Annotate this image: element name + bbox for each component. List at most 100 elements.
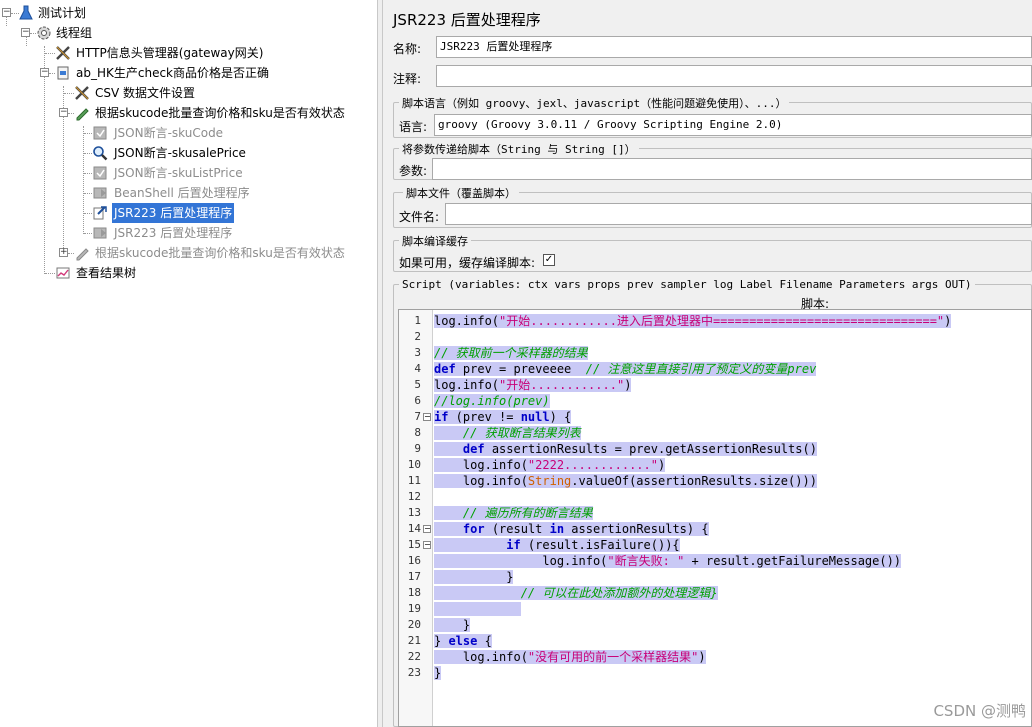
code-line: if (prev != null) { xyxy=(434,410,572,424)
code-line: log.info("没有可用的前一个采样器结果") xyxy=(434,650,706,664)
collapse-icon[interactable]: − xyxy=(2,8,11,17)
tree-node-label: JSR223 后置处理程序 xyxy=(112,203,235,223)
line-number: 14 xyxy=(407,522,421,535)
tree-node-label: 根据skucode批量查询价格和sku是否有效状态 xyxy=(95,106,345,120)
line-number: 4 xyxy=(414,362,421,375)
code-line: //log.info(prev) xyxy=(434,394,550,408)
panel-title: JSR223 后置处理程序 xyxy=(393,11,541,29)
line-number: 3 xyxy=(414,346,421,359)
code-line: log.info("开始............进入后置处理器中========… xyxy=(434,314,952,328)
script-file-group-title: 脚本文件（覆盖脚本） xyxy=(403,185,519,201)
code-line: // 获取前一个采样器的结果 xyxy=(434,346,588,360)
tree-node-sampler-disabled[interactable]: + 根据skucode批量查询价格和sku是否有效状态 xyxy=(0,243,377,263)
line-number: 1 xyxy=(414,314,421,327)
line-number: 17 xyxy=(407,570,421,583)
collapse-icon[interactable]: − xyxy=(59,108,68,117)
tree-node-label: BeanShell 后置处理程序 xyxy=(114,186,250,200)
code-line: } else { xyxy=(434,634,492,648)
language-label: 语言: xyxy=(399,120,428,134)
name-field[interactable]: JSR223 后置处理程序 xyxy=(436,36,1032,58)
tree-node-jsr223-postprocessor[interactable]: JSR223 后置处理程序 xyxy=(0,223,377,243)
line-number: 7 xyxy=(414,410,421,423)
line-number-gutter: 1 2 3 4 5 6 7 8 9 10 11 12 13 14 15 16 17 18 19 20 21 22 23− − − xyxy=(399,310,433,726)
magnifier-icon xyxy=(93,146,108,161)
code-line: log.info("断言失败: " + result.getFailureMes… xyxy=(434,554,902,568)
code-line: for (result in assertionResults) { xyxy=(434,521,709,537)
script-editor[interactable]: 1 2 3 4 5 6 7 8 9 10 11 12 13 14 15 16 17 18 19 20 21 22 23− − −… xyxy=(398,309,1032,727)
postprocessor-icon xyxy=(93,187,107,199)
line-number: 5 xyxy=(414,378,421,391)
tree-node-label: JSON断言-skuListPrice xyxy=(114,166,243,180)
name-label: 名称: xyxy=(393,42,422,56)
test-plan-tree[interactable]: − 测试计划 − 线程组 HTTP信息头管理器(gateway网关) − ab_… xyxy=(0,0,377,727)
code-line: if (result.isFailure()){ xyxy=(434,537,680,553)
listener-chart-icon xyxy=(56,267,70,279)
tree-node-label: ab_HK生产check商品价格是否正确 xyxy=(76,66,269,80)
assertion-icon xyxy=(93,126,107,140)
tree-node-test-plan[interactable]: − 测试计划 xyxy=(0,3,377,23)
code-line: // 可以在此处添加额外的处理逻辑} xyxy=(434,585,718,601)
line-number: 22 xyxy=(407,650,421,663)
tree-node-beanshell-postprocessor[interactable]: BeanShell 后置处理程序 xyxy=(0,183,377,203)
code-line: log.info("开始............") xyxy=(434,378,632,392)
code-line: def prev = preveeee // 注意这里直接引用了预定义的变量pr… xyxy=(434,362,817,376)
sampler-pen-icon xyxy=(76,108,89,121)
filename-field[interactable] xyxy=(445,203,1032,225)
parameters-field[interactable] xyxy=(432,158,1032,180)
line-number: 10 xyxy=(407,458,421,471)
tree-node-csv-config[interactable]: CSV 数据文件设置 xyxy=(0,83,377,103)
tree-node-thread-group[interactable]: − 线程组 xyxy=(0,23,377,43)
fold-toggle-icon[interactable]: − xyxy=(423,413,431,421)
cache-checkbox[interactable]: ✓ xyxy=(543,254,555,266)
comment-label: 注释: xyxy=(393,72,422,86)
tree-node-header-manager[interactable]: HTTP信息头管理器(gateway网关) xyxy=(0,43,377,63)
line-number: 21 xyxy=(407,634,421,647)
parameters-group-title: 将参数传递给脚本（String 与 String []） xyxy=(399,141,639,157)
tree-node-sampler[interactable]: − 根据skucode批量查询价格和sku是否有效状态 xyxy=(0,103,377,123)
code-line: } xyxy=(434,570,514,584)
tree-node-results-tree[interactable]: 查看结果树 xyxy=(0,263,377,283)
tree-node-json-assertion-skulistprice[interactable]: JSON断言-skuListPrice xyxy=(0,163,377,183)
code-line: } xyxy=(434,666,442,680)
script-group-title: Script (variables: ctx vars props prev s… xyxy=(399,278,975,291)
parameters-label: 参数: xyxy=(399,164,428,178)
tree-node-label: 查看结果树 xyxy=(76,266,137,280)
filename-label: 文件名: xyxy=(399,210,440,224)
code-line: // 获取断言结果列表 xyxy=(434,425,581,441)
comment-field[interactable] xyxy=(436,65,1032,87)
sampler-pen-icon xyxy=(76,248,89,261)
collapse-icon[interactable]: − xyxy=(40,68,49,77)
jmeter-window: − 测试计划 − 线程组 HTTP信息头管理器(gateway网关) − ab_… xyxy=(0,0,1032,727)
tree-node-label: JSR223 后置处理程序 xyxy=(114,226,233,240)
tree-node-controller[interactable]: − ab_HK生产check商品价格是否正确 xyxy=(0,63,377,83)
line-number: 13 xyxy=(407,506,421,519)
postprocessor-icon xyxy=(93,227,107,239)
line-number: 9 xyxy=(414,442,421,455)
tree-node-label: HTTP信息头管理器(gateway网关) xyxy=(76,46,264,60)
watermark: CSDN @测鸭 xyxy=(933,702,1026,720)
script-language-group-title: 脚本语言（例如 groovy、jexl、javascript（性能问题避免使用）… xyxy=(399,95,790,111)
tree-node-json-assertion-skucode[interactable]: JSON断言-skuCode xyxy=(0,123,377,143)
fold-toggle-icon[interactable]: − xyxy=(423,541,431,549)
language-select[interactable]: groovy (Groovy 3.0.11 / Groovy Scripting… xyxy=(434,114,1032,136)
collapse-icon[interactable]: − xyxy=(21,28,30,37)
fold-toggle-icon[interactable]: − xyxy=(423,525,431,533)
tree-node-jsr223-postprocessor-selected[interactable]: JSR223 后置处理程序 xyxy=(0,203,377,223)
tree-node-json-assertion-skusaleprice[interactable]: JSON断言-skusalePrice xyxy=(0,143,377,163)
line-number: 12 xyxy=(407,490,421,503)
tree-node-label: JSON断言-skusalePrice xyxy=(114,146,246,160)
expand-icon[interactable]: + xyxy=(59,248,68,257)
test-plan-icon xyxy=(19,5,33,20)
tree-node-label: JSON断言-skuCode xyxy=(114,126,224,140)
code-line: } xyxy=(434,618,471,632)
tree-node-label: 线程组 xyxy=(56,26,93,40)
line-number: 6 xyxy=(414,394,421,407)
gear-icon xyxy=(37,26,51,40)
line-number: 23 xyxy=(407,666,421,679)
code-line: log.info(String.valueOf(assertionResults… xyxy=(434,474,817,488)
line-number: 2 xyxy=(414,330,421,343)
line-number: 18 xyxy=(407,586,421,599)
line-number: 15 xyxy=(407,538,421,551)
line-number: 11 xyxy=(407,474,421,487)
postprocessor-arrow-icon xyxy=(93,206,107,220)
